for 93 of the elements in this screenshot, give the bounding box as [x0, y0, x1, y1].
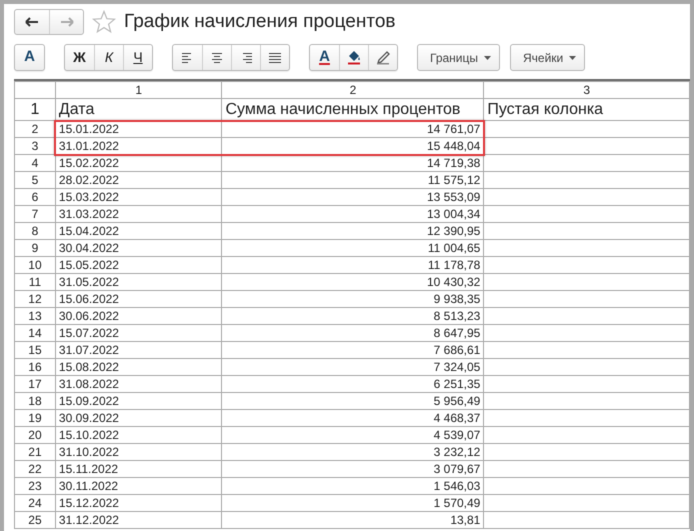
table-cell[interactable]: 12 390,95: [222, 222, 484, 240]
table-cell[interactable]: 15.07.2022: [55, 324, 222, 342]
row-header[interactable]: 4: [14, 154, 56, 172]
table-cell[interactable]: 9 938,35: [222, 290, 484, 308]
forward-arrow-icon: [60, 17, 74, 27]
table-cell[interactable]: 15.12.2022: [55, 494, 222, 512]
italic-button[interactable]: К: [94, 45, 123, 70]
table-cell[interactable]: 30.11.2022: [55, 478, 222, 494]
row-header[interactable]: 10: [14, 256, 56, 274]
align-justify-icon: [269, 52, 281, 62]
text-color-button[interactable]: A: [310, 45, 339, 70]
table-cell[interactable]: 30.09.2022: [55, 410, 222, 426]
table-cell[interactable]: 6 251,35: [222, 376, 484, 392]
table-cell[interactable]: 4 539,07: [222, 426, 484, 444]
column-header[interactable]: 1: [55, 82, 222, 98]
table-cell[interactable]: 15.11.2022: [55, 460, 222, 478]
table-cell[interactable]: 31.07.2022: [55, 342, 222, 358]
table-cell[interactable]: 1 570,49: [222, 494, 484, 512]
row-header[interactable]: 5: [14, 172, 56, 188]
table-cell[interactable]: 15.01.2022: [55, 120, 222, 138]
table-cell[interactable]: 5 956,49: [222, 392, 484, 410]
table-cell[interactable]: 11 004,65: [222, 240, 484, 256]
row-header[interactable]: 1: [14, 98, 56, 120]
pencil-icon: [376, 50, 390, 65]
table-cell[interactable]: 11 178,78: [222, 256, 484, 274]
table-cell[interactable]: 15.05.2022: [55, 256, 222, 274]
row-header[interactable]: 11: [14, 274, 56, 290]
table-cell[interactable]: 15.04.2022: [55, 222, 222, 240]
window-title: График начисления процентов: [124, 10, 396, 34]
table-cell[interactable]: 11 575,12: [222, 172, 484, 188]
table-cell[interactable]: 1 546,03: [222, 478, 484, 494]
paint-bucket-icon: [347, 50, 361, 65]
table-cell[interactable]: 15.09.2022: [55, 392, 222, 410]
row-header[interactable]: 6: [14, 188, 56, 206]
caret-icon: [569, 56, 576, 60]
table-cell[interactable]: 3 232,12: [222, 444, 484, 460]
table-cell[interactable]: 31.03.2022: [55, 206, 222, 222]
row-header[interactable]: 2: [14, 120, 56, 138]
caret-icon: [484, 56, 491, 60]
table-cell[interactable]: 7 324,05: [222, 358, 484, 376]
underline-button[interactable]: Ч: [123, 45, 152, 70]
row-header[interactable]: 9: [14, 240, 56, 256]
row-header[interactable]: 14: [14, 324, 56, 342]
table-cell[interactable]: 10 430,32: [222, 274, 484, 290]
table-cell[interactable]: 31.10.2022: [55, 444, 222, 460]
row-header[interactable]: 19: [14, 410, 56, 426]
align-right-icon: [240, 52, 252, 62]
column-header[interactable]: 2: [222, 82, 484, 98]
align-center-icon: [211, 52, 223, 62]
align-left-icon: [182, 52, 194, 62]
table-cell[interactable]: 30.04.2022: [55, 240, 222, 256]
table-cell[interactable]: 15.08.2022: [55, 358, 222, 376]
cells-dropdown[interactable]: Ячейки: [510, 44, 586, 71]
row-header[interactable]: 25: [14, 512, 56, 528]
row-header[interactable]: 23: [14, 478, 56, 494]
row-header[interactable]: 12: [14, 290, 56, 308]
table-cell[interactable]: 31.05.2022: [55, 274, 222, 290]
row-header[interactable]: 16: [14, 358, 56, 376]
row-header[interactable]: 18: [14, 392, 56, 410]
table-cell[interactable]: 4 468,37: [222, 410, 484, 426]
row-header[interactable]: 3: [14, 138, 56, 154]
table-cell[interactable]: 8 647,95: [222, 324, 484, 342]
table-cell[interactable]: 30.06.2022: [55, 308, 222, 324]
table-cell[interactable]: 8 513,23: [222, 308, 484, 324]
table-cell[interactable]: 13 553,09: [222, 188, 484, 206]
table-cell[interactable]: 3 079,67: [222, 460, 484, 478]
bold-button[interactable]: Ж: [65, 45, 94, 70]
row-header[interactable]: 8: [14, 222, 56, 240]
row-header[interactable]: 13: [14, 308, 56, 324]
row-header[interactable]: 17: [14, 376, 56, 392]
row-header[interactable]: 7: [14, 206, 56, 222]
table-cell[interactable]: 15.03.2022: [55, 188, 222, 206]
table-cell[interactable]: 28.02.2022: [55, 172, 222, 188]
table-cell[interactable]: 15.10.2022: [55, 426, 222, 444]
table-cell[interactable]: 13,81: [222, 512, 484, 528]
font-button[interactable]: A: [15, 45, 44, 70]
table-cell[interactable]: 15.06.2022: [55, 290, 222, 308]
back-arrow-icon: [25, 17, 39, 27]
table-cell[interactable]: 7 686,61: [222, 342, 484, 358]
table-cell[interactable]: 14 719,38: [222, 154, 484, 172]
borders-dropdown[interactable]: Границы: [417, 44, 500, 71]
row-header[interactable]: 22: [14, 460, 56, 478]
row-header[interactable]: 15: [14, 342, 56, 358]
table-cell[interactable]: 31.08.2022: [55, 376, 222, 392]
row-header[interactable]: 21: [14, 444, 56, 460]
table-cell[interactable]: 13 004,34: [222, 206, 484, 222]
table-cell[interactable]: 15.02.2022: [55, 154, 222, 172]
row-header[interactable]: 20: [14, 426, 56, 444]
table-cell[interactable]: Пустая колонка: [484, 98, 690, 120]
star-icon[interactable]: [92, 10, 116, 34]
row-header[interactable]: 24: [14, 494, 56, 512]
column-header[interactable]: 3: [484, 82, 690, 98]
table-cell[interactable]: 31.12.2022: [55, 512, 222, 528]
